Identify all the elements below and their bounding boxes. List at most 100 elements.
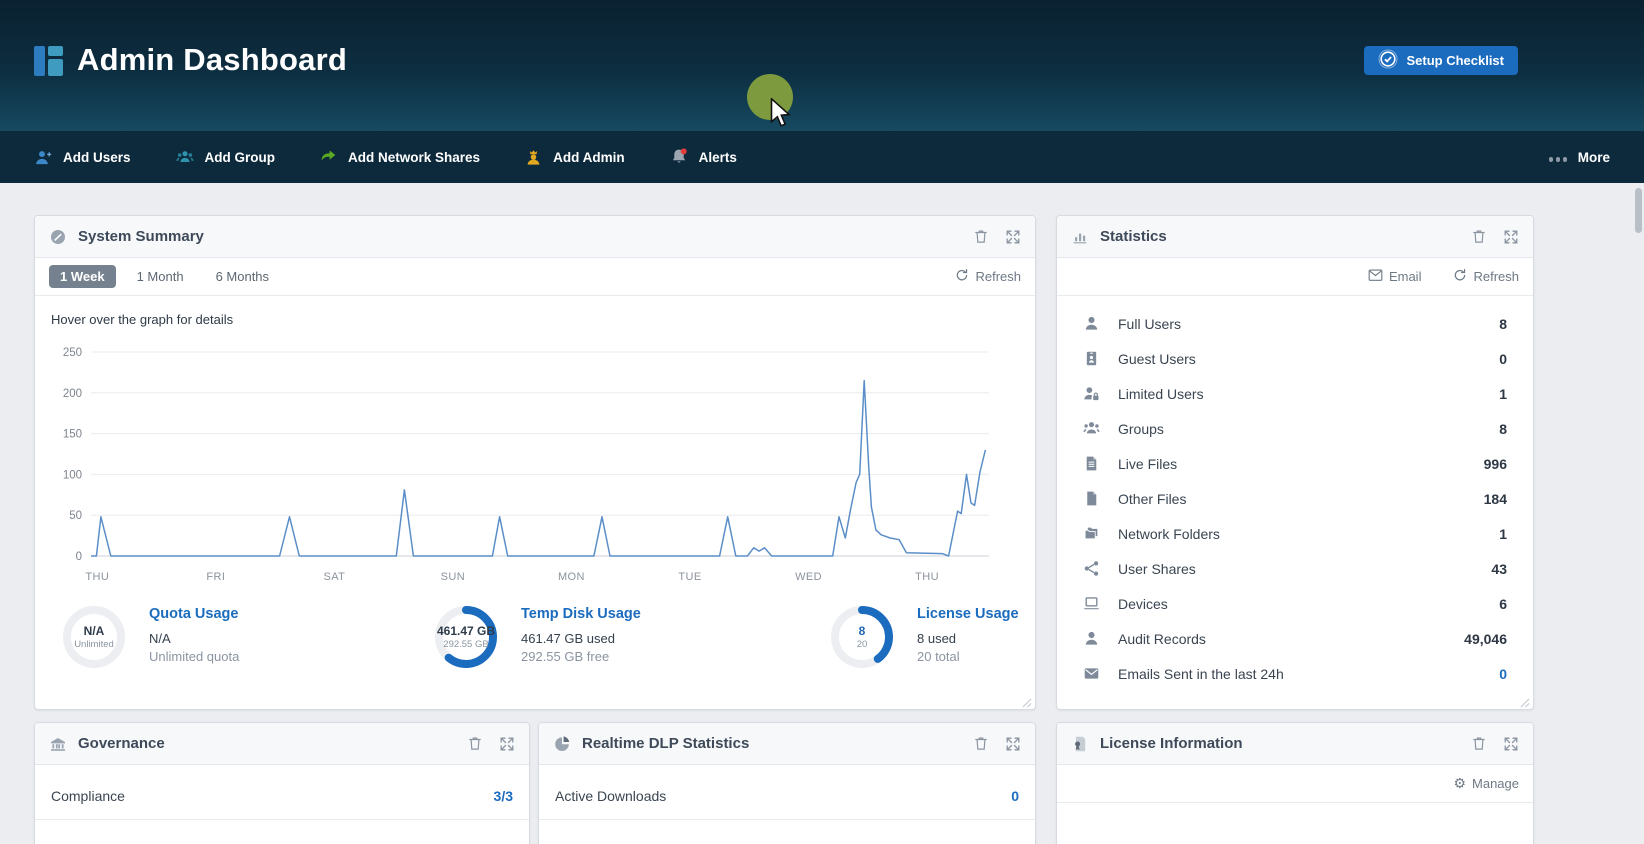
svg-text:50: 50 — [69, 510, 82, 522]
stat-value: 1 — [1499, 526, 1507, 542]
stat-label: Audit Records — [1118, 631, 1446, 647]
expand-widget-icon[interactable] — [1005, 736, 1021, 752]
remove-widget-icon[interactable] — [1471, 735, 1487, 752]
stat-label: Network Folders — [1118, 526, 1481, 542]
governance-panel: Governance Compliance 3/3 — [34, 722, 530, 844]
expand-widget-icon[interactable] — [499, 736, 515, 752]
remove-widget-icon[interactable] — [467, 735, 483, 752]
expand-widget-icon[interactable] — [1503, 229, 1519, 245]
manage-button[interactable]: ⚙ Manage — [1453, 775, 1519, 792]
stat-value: 6 — [1499, 596, 1507, 612]
stat-row: Audit Records49,046 — [1071, 621, 1519, 656]
add-admin-icon — [524, 148, 543, 167]
svg-text:FRI: FRI — [206, 571, 225, 583]
file-lines-icon — [1083, 455, 1100, 472]
tab-1-week[interactable]: 1 Week — [49, 265, 116, 288]
stat-label: Live Files — [1118, 456, 1466, 472]
alerts-bell-icon — [669, 147, 689, 167]
gauge-icon — [49, 228, 67, 246]
svg-text:MON: MON — [558, 571, 585, 583]
stat-row: Emails Sent in the last 24h0 — [1071, 656, 1519, 691]
panel-title: System Summary — [78, 228, 962, 245]
chart-hint: Hover over the graph for details — [51, 312, 233, 327]
tab-6-months[interactable]: 6 Months — [205, 265, 280, 288]
checklist-check-icon — [1378, 49, 1398, 72]
resize-handle[interactable] — [1021, 695, 1032, 706]
nav-add-admin[interactable]: Add Admin — [524, 148, 625, 167]
stat-label: Full Users — [1118, 316, 1481, 332]
system-summary-panel: System Summary 1 Week 1 Month 6 Months R… — [34, 215, 1036, 710]
vertical-scrollbar-thumb[interactable] — [1635, 188, 1642, 233]
stat-label: Groups — [1118, 421, 1481, 437]
stat-value: 8 — [1499, 316, 1507, 332]
id-badge-icon — [1083, 350, 1100, 367]
panel-title: License Information — [1100, 735, 1460, 752]
pie-chart-icon — [553, 735, 571, 753]
share-icon — [1083, 560, 1100, 577]
stat-value: 184 — [1484, 491, 1507, 507]
refresh-icon — [1453, 268, 1467, 285]
users-icon — [1083, 420, 1100, 437]
stat-row: Live Files996 — [1071, 446, 1519, 481]
refresh-button[interactable]: Refresh — [1453, 268, 1519, 285]
system-activity-chart[interactable]: 050100150200250THUFRISATSUNMONTUEWEDTHU — [45, 338, 1005, 590]
stat-row: Limited Users1 — [1071, 376, 1519, 411]
user-lock-icon — [1083, 385, 1100, 402]
statistics-panel: Statistics Email Refresh Full Users 8 Gues… — [1056, 215, 1534, 710]
active-downloads-row[interactable]: Active Downloads 0 — [539, 773, 1035, 820]
nav-add-group[interactable]: Add Group — [175, 148, 276, 167]
gauge-title: Quota Usage — [149, 606, 239, 622]
stat-value: 8 — [1499, 421, 1507, 437]
panel-title: Statistics — [1100, 228, 1460, 245]
expand-widget-icon[interactable] — [1005, 229, 1021, 245]
expand-widget-icon[interactable] — [1503, 736, 1519, 752]
resize-handle[interactable] — [1519, 695, 1530, 706]
compliance-row[interactable]: Compliance 3/3 — [35, 773, 529, 820]
usage-gauges: N/AUnlimited Quota Usage N/A Unlimited q… — [35, 604, 1035, 700]
laptop-icon — [1083, 595, 1100, 612]
nav-add-users[interactable]: Add Users — [34, 148, 131, 167]
remove-widget-icon[interactable] — [973, 228, 989, 245]
tab-1-month[interactable]: 1 Month — [126, 265, 195, 288]
stat-value: 0 — [1499, 351, 1507, 367]
stat-row: User Shares43 — [1071, 551, 1519, 586]
nav-more[interactable]: More — [1549, 150, 1610, 165]
stat-row: Network Folders 1 — [1071, 516, 1519, 551]
more-icon — [1549, 150, 1570, 165]
stat-row: Guest Users0 — [1071, 341, 1519, 376]
stat-row: Full Users 8 — [1071, 306, 1519, 341]
refresh-button[interactable]: Refresh — [955, 268, 1021, 285]
svg-text:100: 100 — [63, 469, 82, 481]
panel-title: Realtime DLP Statistics — [582, 735, 962, 752]
svg-text:TUE: TUE — [678, 571, 701, 583]
setup-checklist-button[interactable]: Setup Checklist — [1364, 46, 1518, 75]
gauge-title: Temp Disk Usage — [521, 606, 641, 622]
add-users-icon — [34, 148, 53, 167]
add-network-shares-icon — [319, 148, 338, 166]
panel-title: Governance — [78, 735, 456, 752]
stat-label: Devices — [1118, 596, 1481, 612]
email-button[interactable]: Email — [1368, 269, 1422, 285]
license-information-panel: License Information ⚙ Manage — [1056, 722, 1534, 844]
user-icon — [1083, 630, 1100, 647]
stat-row: Other Files184 — [1071, 481, 1519, 516]
bar-chart-icon — [1071, 228, 1089, 246]
gear-icon: ⚙ — [1453, 775, 1466, 792]
svg-text:THU: THU — [915, 571, 939, 583]
temp-disk-donut-icon: 461.47 GB292.55 GB — [433, 604, 499, 670]
stat-row: Devices 6 — [1071, 586, 1519, 621]
nav-alerts[interactable]: Alerts — [669, 147, 737, 167]
license-icon — [1071, 735, 1089, 753]
folders-icon — [1083, 525, 1100, 542]
nav-add-network-shares[interactable]: Add Network Shares — [319, 148, 480, 166]
quick-actions-navbar: Add Users Add Group Add Network Shares A… — [0, 131, 1644, 183]
stat-value: 0 — [1499, 666, 1507, 682]
temp-disk-usage-gauge: 461.47 GB292.55 GB Temp Disk Usage 461.4… — [433, 604, 641, 670]
remove-widget-icon[interactable] — [1471, 228, 1487, 245]
remove-widget-icon[interactable] — [973, 735, 989, 752]
quota-usage-gauge: N/AUnlimited Quota Usage N/A Unlimited q… — [61, 604, 239, 670]
statistics-list: Full Users 8 Guest Users0Limited Users1 Gro… — [1057, 296, 1533, 691]
svg-text:150: 150 — [63, 429, 82, 441]
envelope-icon — [1368, 269, 1383, 285]
gauge-title: License Usage — [917, 606, 1019, 622]
